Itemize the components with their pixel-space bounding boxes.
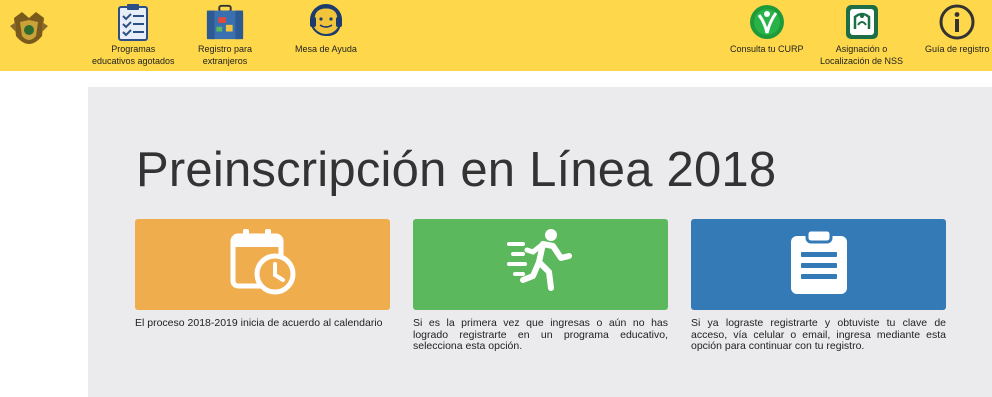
first-registration-description: Si es la primera vez que ingresas o aún … (413, 317, 668, 352)
institution-logo[interactable] (8, 8, 50, 56)
info-icon (937, 2, 977, 42)
nav-registro-extranjeros[interactable]: Registro para extranjeros (198, 2, 252, 67)
continue-registration-card-button[interactable] (691, 219, 946, 310)
calendar-clock-icon (227, 226, 299, 303)
headset-support-icon (306, 2, 346, 42)
page-title: Preinscripción en Línea 2018 (136, 143, 777, 197)
clipboard-checklist-icon (113, 2, 153, 42)
nav-programas-agotados-label: Programas educativos agotados (92, 44, 175, 66)
clipboard-list-icon (787, 228, 851, 301)
nav-guia-registro[interactable]: Guía de registro (925, 2, 990, 55)
continue-registration-description: Si ya lograste registrarte y obtuviste t… (691, 317, 946, 352)
curp-icon (747, 2, 787, 42)
first-registration-card-button[interactable] (413, 219, 668, 310)
suitcase-icon (205, 2, 245, 42)
calendar-card-description: El proceso 2018-2019 inicia de acuerdo a… (135, 317, 383, 329)
nav-mesa-de-ayuda[interactable]: Mesa de Ayuda (295, 2, 357, 55)
nav-asignacion-nss-label: Asignación o Localización de NSS (820, 44, 904, 66)
running-person-icon (505, 226, 577, 303)
top-navigation-bar: Programas educativos agotados Registro p… (0, 0, 992, 71)
nav-programas-agotados[interactable]: Programas educativos agotados (92, 2, 175, 67)
nav-asignacion-nss[interactable]: Asignación o Localización de NSS (820, 2, 903, 67)
nav-consulta-curp-label: Consulta tu CURP (730, 44, 804, 54)
nav-guia-registro-label: Guía de registro (925, 44, 990, 54)
imss-icon (842, 2, 882, 42)
calendar-card-button[interactable] (135, 219, 390, 310)
nav-consulta-curp[interactable]: Consulta tu CURP (730, 2, 804, 55)
nav-mesa-de-ayuda-label: Mesa de Ayuda (295, 44, 357, 54)
nav-registro-extranjeros-label: Registro para extranjeros (198, 44, 253, 66)
